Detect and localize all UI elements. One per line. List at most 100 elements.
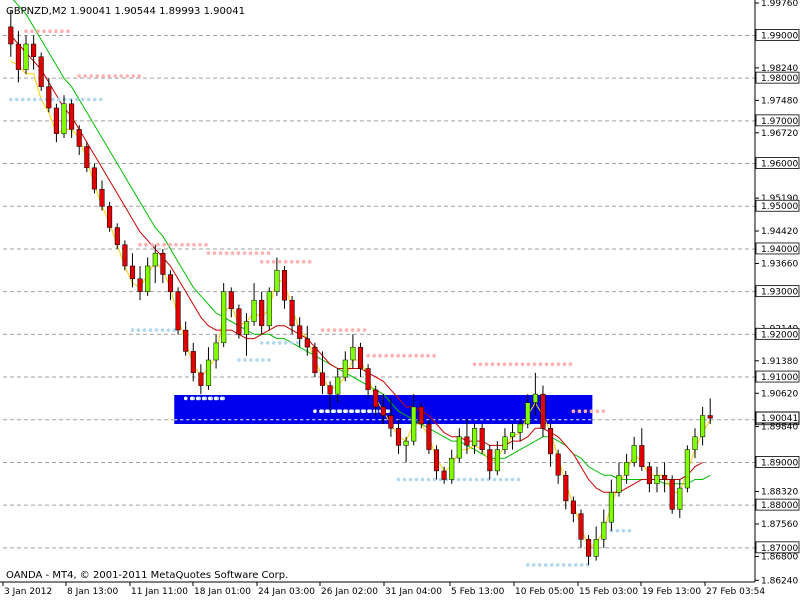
- pink-level-dot: [186, 242, 190, 247]
- white-level-dot: [207, 396, 212, 401]
- candle-body-bull: [23, 43, 29, 70]
- pink-level-dot: [242, 251, 247, 255]
- blue-level-dot: [271, 341, 276, 345]
- candle[interactable]: [684, 445, 690, 493]
- blue-level-dot: [567, 563, 572, 567]
- pink-level-dot: [77, 74, 81, 78]
- candle[interactable]: [312, 342, 318, 378]
- pink-level-dot: [420, 353, 424, 358]
- price-tick-label: 1.86240: [761, 576, 798, 586]
- candle[interactable]: [426, 419, 432, 454]
- pink-level-dot: [550, 362, 555, 367]
- blue-level-dot: [492, 477, 497, 482]
- pink-level-dot: [472, 362, 477, 367]
- candle-body-bear: [707, 415, 713, 419]
- candle-body-bear: [183, 329, 189, 352]
- candle[interactable]: [669, 475, 675, 514]
- pink-level-dot: [332, 328, 337, 332]
- candle-body-bear: [395, 428, 402, 446]
- candle[interactable]: [107, 201, 113, 232]
- candle-body-bear: [426, 423, 432, 450]
- price-chart[interactable]: 1.99760 1.99000 1.98240 1.98000 1.97480 1.970…: [0, 0, 800, 600]
- candle-body-bull: [472, 428, 478, 446]
- candle-body-bear: [487, 449, 493, 472]
- blue-level-dot: [396, 477, 401, 482]
- pink-level-dot: [526, 362, 531, 367]
- candle[interactable]: [479, 424, 485, 454]
- white-level-dot: [349, 409, 353, 414]
- candle[interactable]: [84, 142, 90, 173]
- candle-body-bear: [99, 188, 105, 207]
- candle-body-bear: [388, 415, 394, 429]
- chart-canvas[interactable]: 1.997601.990001.982401.980001.974801.970…: [0, 0, 800, 600]
- blue-level-dot: [510, 477, 515, 482]
- white-level-dot: [195, 396, 200, 401]
- blue-level-dot: [267, 358, 271, 362]
- pink-level-dot: [408, 353, 412, 358]
- pink-level-dot: [254, 251, 259, 255]
- candle-body-bear: [578, 513, 584, 540]
- candle-body-bear: [433, 449, 440, 472]
- candle-body-bear: [380, 406, 386, 416]
- pink-level-dot: [490, 362, 495, 367]
- candle[interactable]: [175, 287, 181, 335]
- candle-body-bull: [449, 457, 455, 480]
- copyright-footer: OANDA - MT4, © 2001-2011 MetaQuotes Soft…: [6, 570, 288, 581]
- pink-level-dot: [107, 74, 111, 78]
- blue-level-dot: [579, 563, 584, 567]
- candle-body-bear: [107, 205, 113, 228]
- pink-level-dot: [402, 353, 406, 358]
- pink-level-dot: [168, 242, 172, 247]
- blue-level-dot: [93, 97, 97, 102]
- pink-level-dot: [538, 362, 543, 367]
- price-tick-label: 1.93000: [761, 288, 798, 298]
- candle-body-bull: [532, 393, 538, 403]
- candle[interactable]: [38, 52, 44, 91]
- candle-body-bear: [357, 346, 364, 369]
- pink-level-dot: [131, 74, 135, 78]
- time-tick-label: 31 Jan 04:00: [385, 587, 442, 597]
- candle-body-bear: [175, 291, 181, 331]
- candle-body-bull: [631, 445, 637, 463]
- blue-level-dot: [549, 563, 554, 567]
- white-level-dot: [189, 396, 194, 401]
- blue-level-dot: [468, 477, 473, 482]
- pink-level-dot: [320, 328, 325, 332]
- pink-level-dot: [36, 29, 40, 33]
- candle-body-bull: [624, 462, 630, 476]
- time-tick-label: 26 Jan 02:00: [321, 587, 378, 597]
- candle-body-bear: [555, 453, 561, 476]
- pink-level-dot: [344, 328, 349, 332]
- candle-body-bear: [53, 107, 59, 134]
- price-tick-label: 1.95000: [761, 202, 798, 212]
- pink-level-dot: [326, 328, 331, 332]
- candle[interactable]: [122, 240, 128, 271]
- time-tick-label: 24 Jan 03:00: [258, 587, 315, 597]
- blue-level-dot: [498, 477, 503, 482]
- candle[interactable]: [236, 304, 242, 339]
- pink-level-dot: [384, 353, 388, 358]
- candle-body-bull: [525, 402, 531, 425]
- candle-body-bull: [342, 359, 348, 378]
- blue-level-dot: [462, 477, 467, 482]
- pink-level-dot: [206, 251, 211, 255]
- price-tick-label: 1.96000: [761, 160, 798, 170]
- pink-level-dot: [301, 260, 306, 264]
- candle[interactable]: [221, 283, 227, 348]
- blue-level-dot: [555, 563, 560, 567]
- candle[interactable]: [91, 163, 97, 194]
- price-tick-label: 1.87560: [761, 520, 798, 530]
- candle-body-bull: [677, 487, 683, 510]
- candle-body-bear: [570, 500, 576, 514]
- pink-level-dot: [362, 328, 367, 332]
- pink-level-dot: [601, 409, 606, 414]
- pink-level-dot: [30, 29, 34, 33]
- pink-level-dot: [204, 242, 208, 247]
- pink-level-dot: [396, 353, 400, 358]
- candle-body-bear: [31, 43, 37, 58]
- blue-level-dot: [289, 341, 294, 345]
- pink-level-dot: [532, 362, 537, 367]
- candle[interactable]: [266, 287, 272, 331]
- price-tick-label: 1.91000: [761, 373, 798, 383]
- candle-body-bear: [84, 146, 90, 169]
